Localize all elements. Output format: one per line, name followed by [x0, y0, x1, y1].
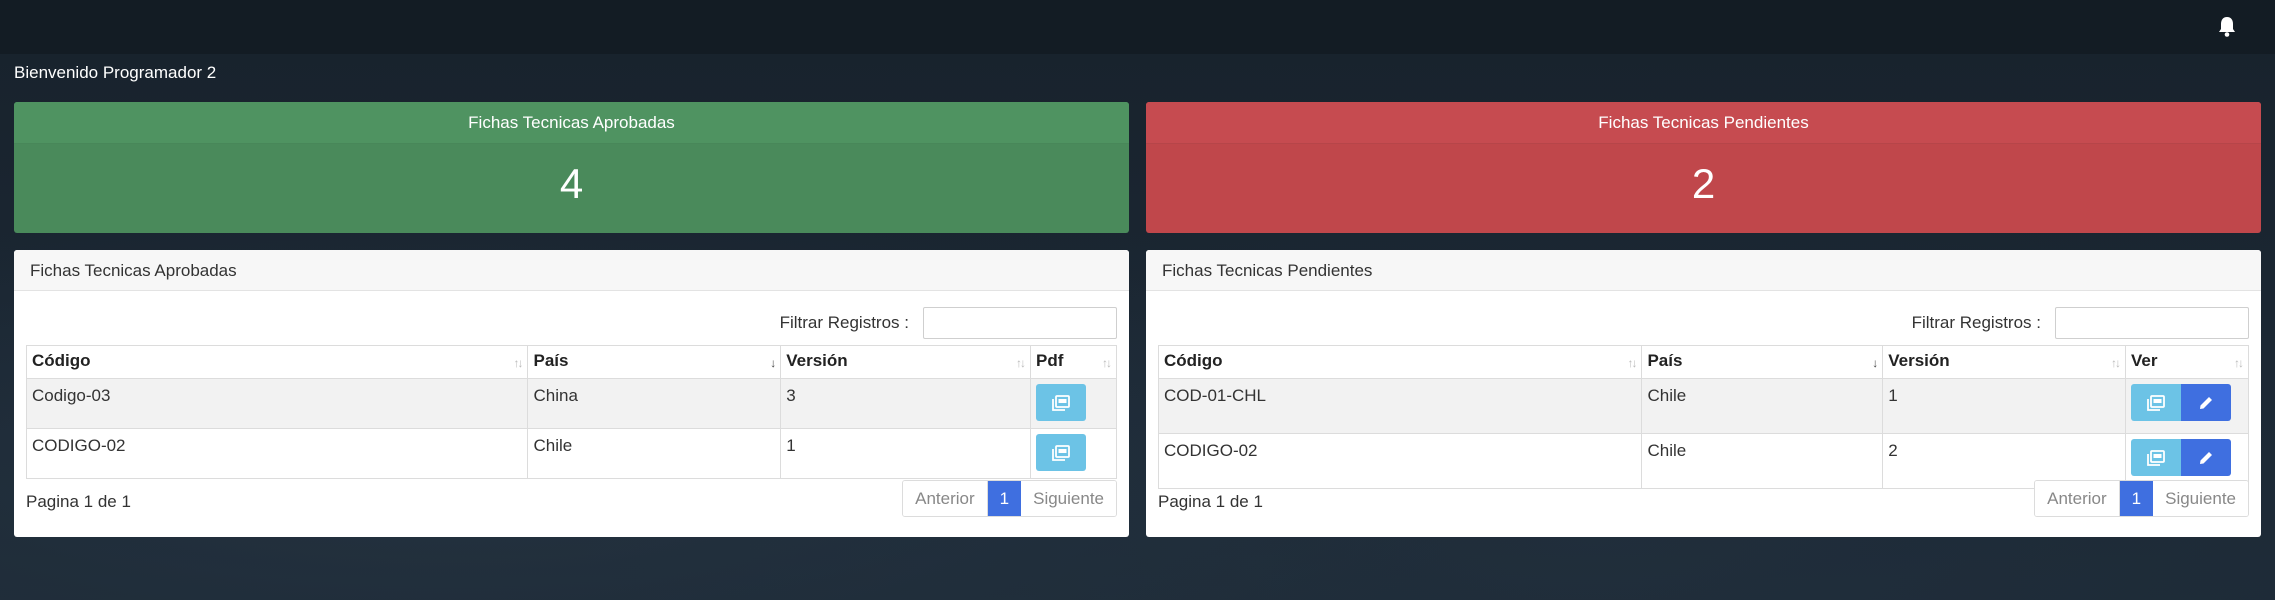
cell-pais: China: [527, 378, 782, 429]
approved-pagination: Anterior 1 Siguiente: [902, 480, 1117, 517]
column-header-version[interactable]: Versión ↑↓: [1882, 345, 2126, 379]
sort-icon: ↓: [1872, 356, 1878, 370]
view-pdf-button[interactable]: [1036, 384, 1087, 421]
column-header-version[interactable]: Versión ↑↓: [780, 345, 1032, 379]
approved-count-card: Fichas Tecnicas Aprobadas 4: [14, 102, 1129, 233]
approved-page-info: Pagina 1 de 1: [26, 492, 131, 511]
pending-table: Código ↑↓ País ↓ Versión ↑↓ Ver ↑↓ COD-01-CH…: [1157, 345, 2250, 489]
sort-icon: ↑↓: [2110, 356, 2121, 370]
cell-actions: [2124, 378, 2250, 434]
edit-pencil-icon: [2199, 451, 2212, 464]
pending-page-info: Pagina 1 de 1: [1158, 492, 1263, 511]
pending-count-title: Fichas Tecnicas Pendientes: [1146, 102, 2261, 144]
column-header-codigo[interactable]: Código ↑↓: [25, 345, 529, 379]
cell-codigo: CODIGO-02: [25, 428, 529, 479]
column-header-pais[interactable]: País ↓: [1641, 345, 1884, 379]
column-header-ver[interactable]: Ver ↑↓: [2124, 345, 2250, 379]
cell-codigo: COD-01-CHL: [1157, 378, 1643, 434]
approved-table: Código ↑↓ País ↓ Versión ↑↓ Pdf ↑↓ Codigo-03…: [25, 345, 1117, 479]
table-row: Codigo-03 China 3: [25, 378, 1117, 429]
pdf-icon: [1052, 394, 1070, 411]
cell-pais: Chile: [1641, 378, 1884, 434]
pending-filter: Filtrar Registros :: [1912, 307, 2249, 339]
approved-filter: Filtrar Registros :: [780, 307, 1117, 339]
top-navbar: [0, 0, 2275, 54]
pagination-prev-button[interactable]: Anterior: [903, 481, 988, 516]
approved-table-title: Fichas Tecnicas Aprobadas: [14, 250, 1129, 291]
pending-count-value: 2: [1691, 160, 1716, 207]
approved-filter-label: Filtrar Registros :: [779, 313, 909, 332]
cell-version: 3: [780, 378, 1032, 429]
sort-icon: ↓: [770, 356, 776, 370]
cell-version: 1: [780, 428, 1032, 479]
sort-icon: ↑↓: [1627, 356, 1637, 370]
row-action-group: [2130, 384, 2231, 421]
pending-filter-label: Filtrar Registros :: [1911, 313, 2041, 332]
pending-filter-input[interactable]: [2055, 307, 2249, 339]
column-header-pdf[interactable]: Pdf ↑↓: [1030, 345, 1117, 379]
cell-actions: [1030, 378, 1117, 429]
sort-icon: ↑↓: [513, 356, 523, 370]
view-pdf-button[interactable]: [2130, 384, 2181, 421]
pending-table-title: Fichas Tecnicas Pendientes: [1146, 250, 2261, 291]
table-row: CODIGO-02 Chile 1: [25, 428, 1117, 479]
pagination-page-button[interactable]: 1: [987, 481, 1022, 516]
pdf-icon: [2147, 394, 2165, 411]
pdf-icon: [2147, 449, 2165, 466]
pagination-next-button[interactable]: Siguiente: [2153, 481, 2248, 516]
pending-pagination: Anterior 1 Siguiente: [2034, 480, 2249, 517]
cell-version: 1: [1882, 378, 2126, 434]
sort-icon: ↑↓: [1102, 356, 1112, 370]
approved-table-card: Fichas Tecnicas Aprobadas Filtrar Regist…: [14, 250, 1129, 537]
edit-button[interactable]: [2180, 384, 2231, 421]
welcome-message: Bienvenido Programador 2: [14, 63, 217, 82]
sort-icon: ↑↓: [1016, 356, 1026, 370]
column-header-pais[interactable]: País ↓: [527, 345, 782, 379]
column-header-codigo[interactable]: Código ↑↓: [1157, 345, 1643, 379]
table-row: COD-01-CHL Chile 1: [1157, 378, 2250, 434]
pagination-prev-button[interactable]: Anterior: [2035, 481, 2120, 516]
approved-count-title: Fichas Tecnicas Aprobadas: [14, 102, 1129, 144]
approved-filter-input[interactable]: [923, 307, 1117, 339]
sort-icon: ↑↓: [2234, 356, 2244, 370]
edit-button[interactable]: [2180, 439, 2231, 476]
cell-actions: [1030, 428, 1117, 479]
pagination-page-button[interactable]: 1: [2119, 481, 2154, 516]
cell-codigo: CODIGO-02: [1157, 433, 1643, 489]
approved-count-value: 4: [559, 160, 584, 207]
cell-codigo: Codigo-03: [25, 378, 529, 429]
view-pdf-button[interactable]: [2130, 439, 2181, 476]
cell-pais: Chile: [527, 428, 782, 479]
pending-table-card: Fichas Tecnicas Pendientes Filtrar Regis…: [1146, 250, 2261, 537]
cell-pais: Chile: [1641, 433, 1884, 489]
row-action-group: [2130, 439, 2231, 476]
pagination-next-button[interactable]: Siguiente: [1021, 481, 1116, 516]
pdf-icon: [1052, 444, 1070, 461]
edit-pencil-icon: [2199, 396, 2212, 409]
view-pdf-button[interactable]: [1036, 434, 1087, 471]
bell-icon[interactable]: [2217, 16, 2237, 38]
pending-count-card: Fichas Tecnicas Pendientes 2: [1146, 102, 2261, 233]
